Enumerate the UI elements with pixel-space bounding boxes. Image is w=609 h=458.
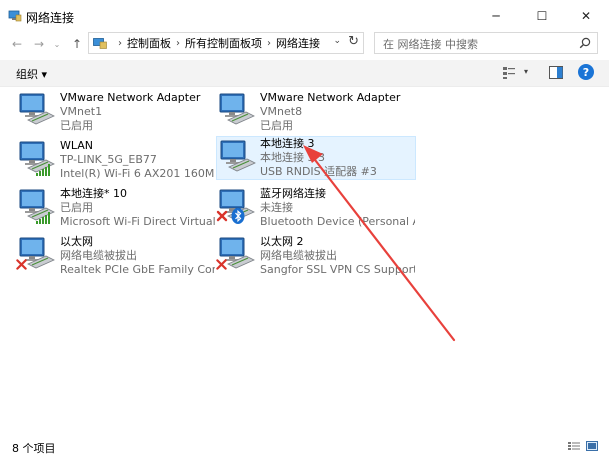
connection-name: VMware Network Adapter [60, 91, 201, 104]
network-adapter-icon [19, 93, 55, 125]
up-button[interactable]: ↑ [68, 32, 86, 56]
large-icons-view-icon[interactable] [586, 441, 598, 451]
window-title: 网络连接 [26, 11, 75, 25]
command-bar [0, 60, 609, 87]
network-adapter-icon [220, 140, 256, 172]
connection-status: 本地连接 3 3 [260, 151, 325, 164]
network-adapter-icon [219, 93, 255, 125]
connection-name: 以太网 2 [260, 235, 304, 248]
view-dropdown-chevron-icon[interactable]: ▾ [524, 67, 528, 76]
maximize-button[interactable]: ☐ [519, 0, 565, 32]
breadcrumb-control-panel[interactable]: 控制面板 [127, 35, 171, 51]
address-dropdown-chevron-icon[interactable]: ⌄ [333, 36, 341, 46]
breadcrumb-network-connections[interactable]: 网络连接 [276, 35, 320, 51]
help-icon[interactable]: ? [578, 64, 594, 80]
connection-item[interactable]: VMware Network Adapter VMnet8 已启用 [216, 90, 416, 134]
connection-item[interactable]: 本地连接 3 本地连接 3 3 USB RNDIS 适配器 #3 [216, 136, 416, 180]
connection-name: 本地连接 3 [260, 137, 315, 150]
back-button[interactable]: ← [8, 32, 26, 56]
connection-item[interactable]: 以太网 2网络电缆被拔出Sangfor SSL VPN CS Support S… [216, 234, 416, 278]
connection-status: 网络电缆被拔出 [260, 249, 337, 262]
change-view-icon[interactable] [502, 66, 516, 80]
disconnected-x-icon [216, 259, 227, 270]
connection-item[interactable]: 以太网网络电缆被拔出Realtek PCIe GbE Family Contr.… [16, 234, 216, 278]
breadcrumb-separator: › [118, 37, 122, 49]
connection-device: Sangfor SSL VPN CS Support S... [260, 263, 415, 276]
connection-name: WLAN [60, 139, 94, 152]
details-view-icon[interactable] [568, 441, 580, 451]
network-connections-icon [8, 10, 22, 22]
connection-device: 已启用 [60, 119, 93, 132]
connection-status: 未连接 [260, 201, 293, 214]
search-placeholder: 在 网络连接 中搜索 [383, 38, 478, 51]
forward-button[interactable]: → [30, 32, 48, 56]
connection-device: Realtek PCIe GbE Family Contr... [60, 263, 215, 276]
organize-menu[interactable]: 组织 ▾ [16, 66, 47, 82]
preview-pane-icon[interactable] [549, 66, 563, 79]
minimize-button[interactable]: ─ [473, 0, 519, 32]
connection-device: 已启用 [260, 119, 293, 132]
connection-status: 已启用 [60, 201, 93, 214]
address-bar[interactable]: › 控制面板 › 所有控制面板项 › 网络连接 ⌄ ↻ [88, 32, 364, 54]
control-panel-icon [93, 37, 107, 49]
disconnected-x-icon [16, 259, 27, 270]
connection-status: VMnet8 [260, 105, 303, 118]
search-icon[interactable] [579, 37, 591, 49]
connection-name: 以太网 [60, 235, 93, 248]
wifi-signal-icon [36, 164, 50, 176]
connection-name: 本地连接* 10 [60, 187, 127, 200]
breadcrumb-separator: › [176, 37, 180, 49]
connection-device: USB RNDIS 适配器 #3 [260, 165, 377, 178]
connection-status: 网络电缆被拔出 [60, 249, 137, 262]
connection-item[interactable]: VMware Network Adapter VMnet1 已启用 [16, 90, 216, 134]
breadcrumb-all-items[interactable]: 所有控制面板项 [185, 35, 262, 51]
connection-item[interactable]: WLAN TP-LINK_5G_EB77 Intel(R) Wi-Fi 6 AX20… [16, 138, 216, 182]
bluetooth-icon [216, 208, 245, 224]
connection-name: VMware Network Adapter [260, 91, 401, 104]
connection-status: TP-LINK_5G_EB77 [60, 153, 157, 166]
refresh-icon[interactable]: ↻ [348, 34, 359, 49]
close-button[interactable]: ✕ [563, 0, 609, 32]
search-input[interactable]: 在 网络连接 中搜索 [374, 32, 598, 54]
connection-item[interactable]: 本地连接* 10 已启用 Microsoft Wi-Fi Direct Virtua… [16, 186, 216, 230]
breadcrumb-separator: › [267, 37, 271, 49]
connection-device: Microsoft Wi-Fi Direct Virtual ... [60, 215, 215, 228]
connection-device: Bluetooth Device (Personal Ar... [260, 215, 415, 228]
recent-locations-chevron-icon[interactable]: ⌄ [50, 32, 64, 56]
status-item-count: 8 个项目 [12, 442, 56, 455]
connection-status: VMnet1 [60, 105, 103, 118]
connection-name: 蓝牙网络连接 [260, 187, 326, 200]
connection-item[interactable]: 蓝牙网络连接未连接Bluetooth Device (Personal Ar..… [216, 186, 416, 230]
connection-device: Intel(R) Wi-Fi 6 AX201 160MHz [60, 167, 215, 180]
wifi-signal-icon [36, 212, 50, 224]
